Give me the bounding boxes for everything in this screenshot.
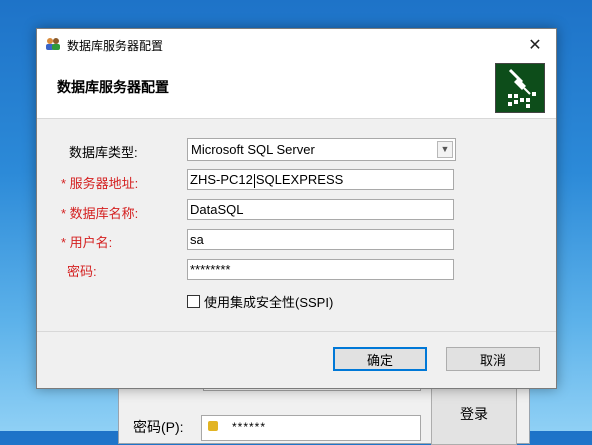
close-icon: ✕: [528, 36, 542, 54]
background-password-value: ******: [232, 420, 267, 434]
password-input[interactable]: ********: [187, 259, 454, 280]
password-value: ********: [190, 262, 231, 277]
users-icon: [46, 38, 60, 50]
ok-button[interactable]: 确定: [333, 347, 427, 371]
cancel-button[interactable]: 取消: [446, 347, 540, 371]
db-type-select[interactable]: Microsoft SQL Server ▼: [187, 138, 456, 161]
db-name-input[interactable]: DataSQL: [187, 199, 454, 220]
username-label: * 用户名:: [61, 235, 113, 250]
dialog-header: 数据库服务器配置: [37, 60, 556, 119]
username-input[interactable]: sa: [187, 229, 454, 250]
username-value: sa: [190, 232, 204, 247]
db-name-label: * 数据库名称:: [61, 206, 139, 221]
header-title: 数据库服务器配置: [57, 79, 169, 95]
background-password-field[interactable]: ******: [201, 415, 421, 441]
chevron-down-icon[interactable]: ▼: [437, 141, 453, 158]
db-name-value: DataSQL: [190, 202, 244, 217]
close-button[interactable]: ✕: [514, 29, 556, 60]
server-value-after-cursor: SQLEXPRESS: [255, 172, 344, 187]
sspi-checkbox-row[interactable]: 使用集成安全性(SSPI): [187, 292, 333, 311]
background-login-button[interactable]: 登录: [431, 383, 517, 445]
database-plug-icon: [495, 63, 545, 113]
text-cursor: [253, 173, 255, 188]
lock-icon: [208, 421, 218, 431]
server-input[interactable]: ZHS-PC12 SQLEXPRESS: [187, 169, 454, 190]
server-value-before-cursor: ZHS-PC12: [190, 172, 253, 187]
server-label: * 服务器地址:: [61, 176, 139, 191]
sspi-checkbox-label: 使用集成安全性(SSPI): [204, 295, 334, 310]
db-config-dialog: 数据库服务器配置 ✕ 数据库服务器配置 数据库类型: Microsoft SQL…: [36, 28, 557, 389]
password-label: 密码:: [67, 264, 97, 279]
title-bar: 数据库服务器配置 ✕: [37, 29, 556, 60]
db-type-label: 数据库类型:: [69, 145, 138, 160]
footer-divider: [37, 331, 556, 332]
sspi-checkbox[interactable]: [187, 295, 200, 308]
background-password-label: 密码(P):: [133, 419, 184, 435]
window-title: 数据库服务器配置: [67, 39, 164, 53]
db-type-value: Microsoft SQL Server: [191, 142, 315, 157]
